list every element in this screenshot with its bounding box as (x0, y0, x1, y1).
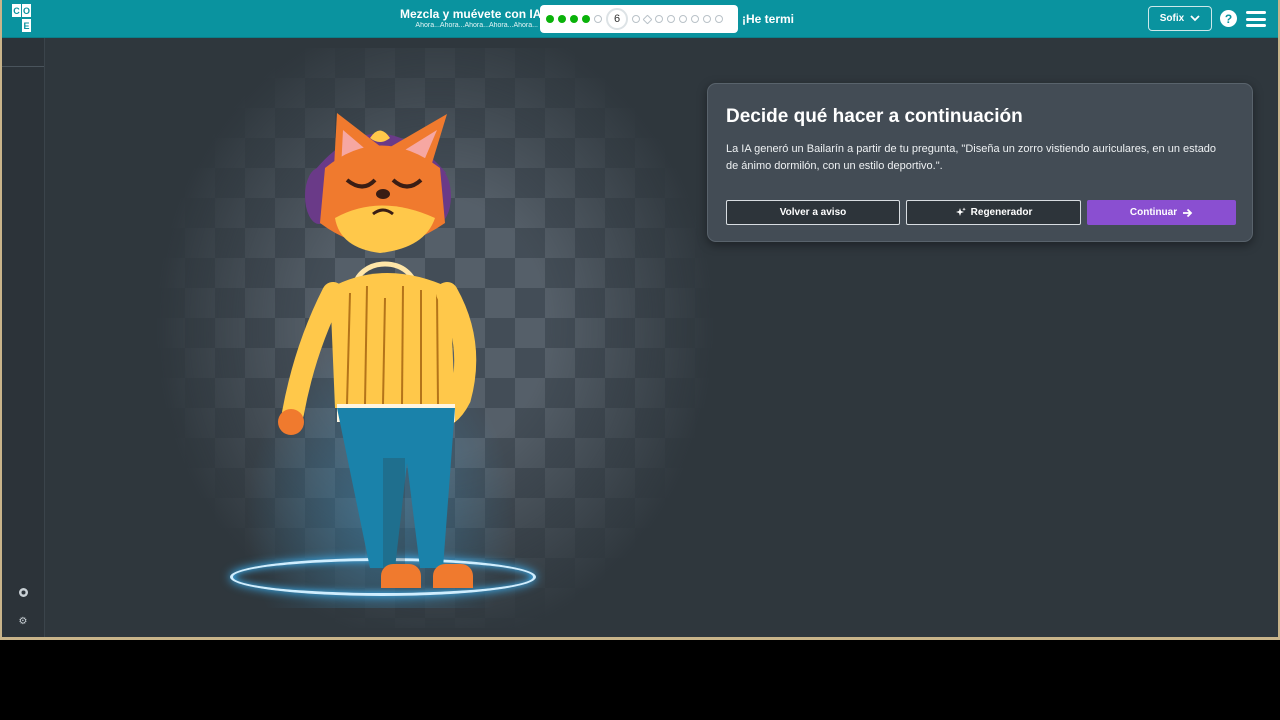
chevron-down-icon (1190, 15, 1200, 22)
logo-letter: E (22, 19, 31, 32)
dialog-message: La IA generó un Bailarín a partir de tu … (726, 143, 1217, 172)
continue-label: Continuar (1129, 207, 1178, 218)
progress-dot-complete[interactable] (582, 15, 590, 23)
top-bar: C O D E Mezcla y muévete con IA Ahora...… (2, 0, 1278, 38)
gear-icon[interactable]: ⚙ (17, 615, 29, 627)
level-title: Mezcla y muévete con IA (400, 7, 542, 21)
continue-button[interactable]: Continuar (1087, 200, 1236, 225)
dialog-title: Decide qué hacer a continuación (726, 106, 1023, 127)
progress-dot-complete[interactable] (546, 15, 554, 23)
progress-dot[interactable] (632, 15, 640, 23)
finish-link[interactable]: ¡He termi (742, 12, 794, 26)
progress-diamond[interactable] (642, 14, 653, 24)
progress-dot-complete[interactable] (570, 15, 578, 23)
sidebar-divider (2, 66, 44, 67)
level-subtitle: Ahora...Ahora...Ahora...Ahora...Ahora... (415, 22, 538, 29)
progress-dot[interactable] (667, 15, 675, 23)
progress-dot[interactable] (691, 15, 699, 23)
code-logo[interactable]: C O D E (12, 4, 42, 34)
regenerate-button[interactable]: Regenerador (906, 200, 1081, 225)
next-step-dialog: Decide qué hacer a continuación La IA ge… (707, 83, 1253, 242)
sparkle-icon (955, 207, 966, 216)
progress-current-level[interactable]: 6 (606, 8, 628, 30)
progress-dot[interactable] (594, 15, 602, 23)
logo-letter: C (12, 4, 21, 17)
fox-dancer-sprite (278, 113, 477, 588)
help-button[interactable]: ? (1220, 10, 1237, 27)
back-to-prompt-button[interactable]: Volver a aviso (726, 200, 900, 225)
level-progress: 6 (540, 5, 738, 33)
hamburger-menu-icon[interactable] (1246, 11, 1266, 27)
logo-letter: O (22, 4, 31, 17)
arrow-right-icon (1183, 208, 1193, 217)
left-sidebar: ⚙ (2, 38, 45, 637)
circle-icon[interactable] (17, 586, 29, 598)
user-menu-button[interactable]: Sofix (1148, 6, 1212, 31)
progress-dot-complete[interactable] (558, 15, 566, 23)
progress-dot[interactable] (679, 15, 687, 23)
regenerate-label: Regenerador (970, 207, 1033, 218)
back-to-prompt-label: Volver a aviso (779, 207, 847, 218)
progress-dot[interactable] (655, 15, 663, 23)
user-name: Sofix (1159, 13, 1185, 24)
progress-dot[interactable] (715, 15, 723, 23)
progress-dot[interactable] (703, 15, 711, 23)
